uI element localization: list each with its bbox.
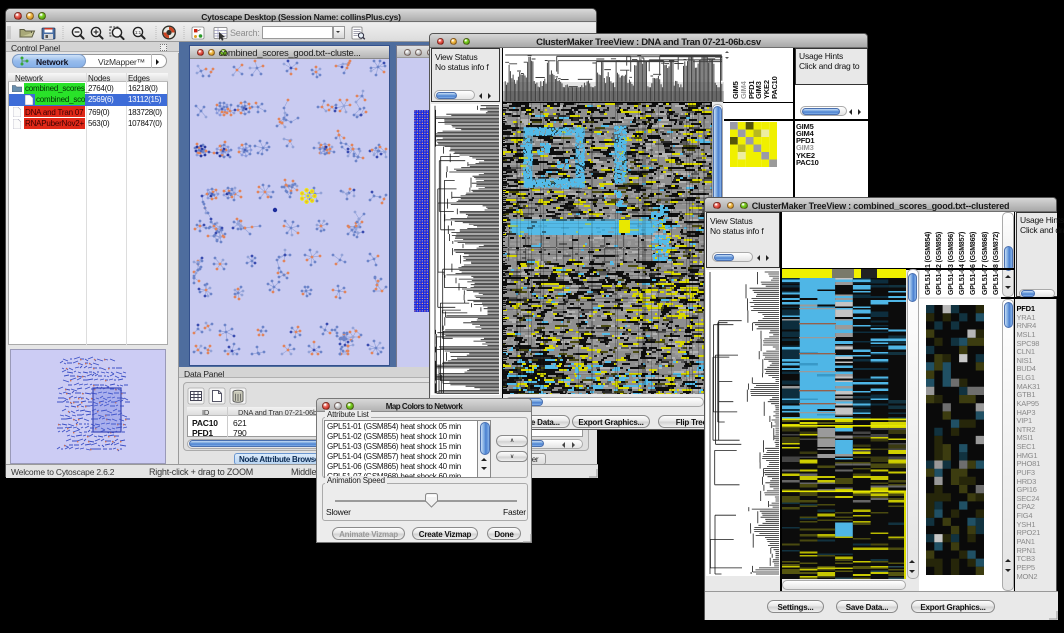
svg-text:1:1: 1:1 <box>135 30 142 35</box>
